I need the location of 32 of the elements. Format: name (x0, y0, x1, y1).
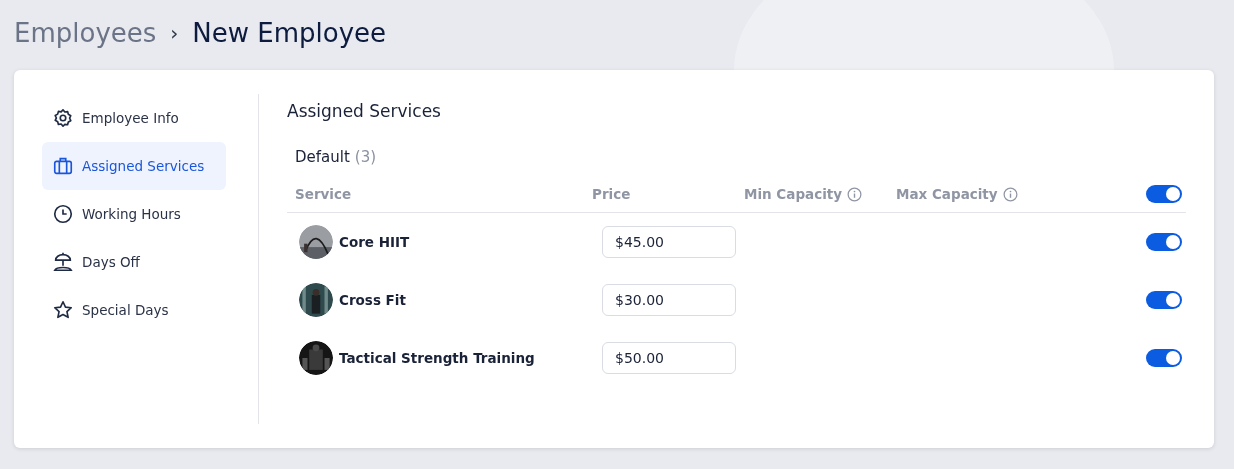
clock-icon (52, 203, 74, 225)
breadcrumb-link[interactable]: Employees (14, 18, 157, 48)
column-header: Price (592, 186, 631, 202)
section-title: Assigned Services (287, 101, 441, 121)
sidebar-item[interactable]: Assigned Services (42, 142, 226, 190)
group-name: Default (295, 148, 350, 166)
price-field[interactable]: $30.00 (602, 284, 736, 316)
column-header: Min Capacity (744, 186, 843, 202)
toggle-switch[interactable] (1146, 185, 1182, 203)
service-name: Tactical Strength Training (339, 350, 535, 366)
service-name: Core HIIT (339, 234, 410, 250)
toggle-switch[interactable] (1146, 233, 1182, 251)
sidebar-item[interactable]: Special Days (42, 286, 226, 334)
page-title: New Employee (192, 18, 387, 48)
briefcase-icon (52, 155, 74, 177)
toggle-switch[interactable] (1146, 349, 1182, 367)
group-count: (3) (354, 148, 377, 166)
price-field[interactable]: $50.00 (602, 342, 736, 374)
beach-umbrella-icon (52, 251, 74, 273)
column-header: Service (295, 186, 352, 202)
info-icon[interactable] (847, 186, 863, 202)
info-icon[interactable] (1002, 186, 1018, 202)
column-header: Max Capacity (896, 186, 998, 202)
gear-icon (52, 107, 74, 129)
toggle-switch[interactable] (1146, 291, 1182, 309)
service-name: Cross Fit (339, 292, 406, 308)
breadcrumb-separator: › (170, 21, 179, 45)
sidebar-item[interactable]: Employee Info (42, 94, 226, 142)
star-icon (52, 299, 74, 321)
sidebar-item[interactable]: Days Off (42, 238, 226, 286)
sidebar-item[interactable]: Working Hours (42, 190, 226, 238)
price-field[interactable]: $45.00 (602, 226, 736, 258)
